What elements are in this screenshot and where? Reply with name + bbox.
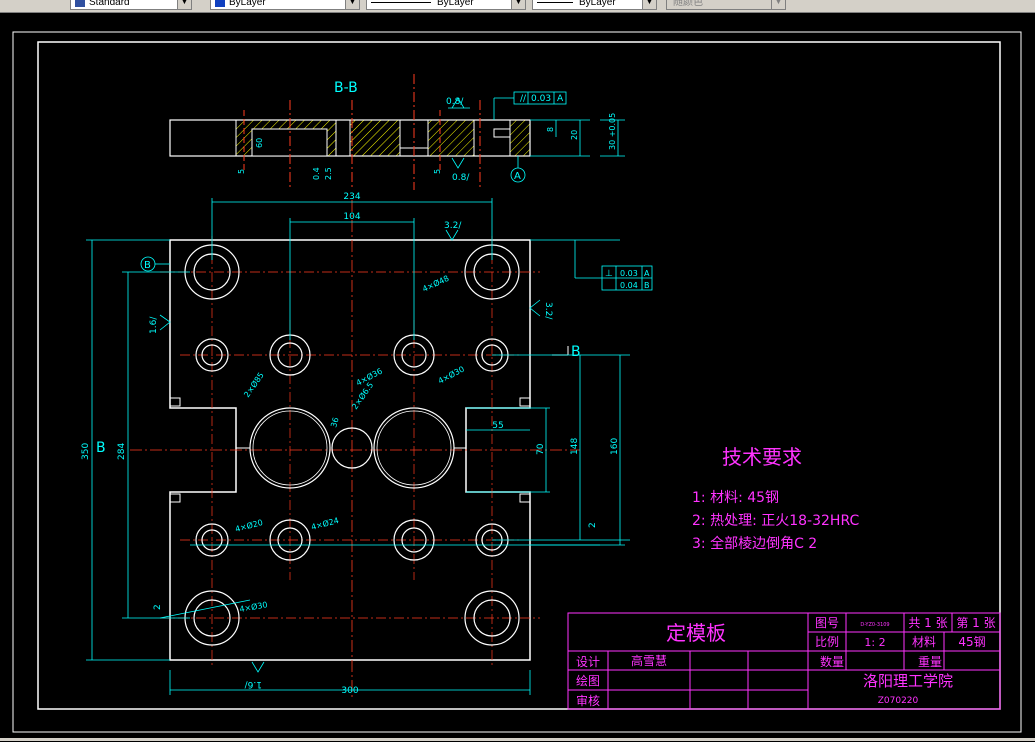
plot-style-select[interactable]: 随颜色 ▼ [666,0,786,10]
callout-2x85: 2×Ø85 [241,370,265,399]
datum-b-label: B [144,260,151,271]
datum-a-label: A [514,171,521,182]
perp-tolerance-1: 0.03 [620,269,638,278]
section-mark-right: B [571,344,581,360]
chevron-down-icon[interactable]: ▼ [345,0,359,9]
linetype-value: ByLayer [437,0,474,8]
roughness-top-label: 0.8/ [446,97,464,107]
text-style-icon [75,0,85,7]
callout-4x20: 4×Ø20 [234,517,264,534]
roughness-16-bottom: 1.6/ [244,679,262,689]
chevron-down-icon[interactable]: ▼ [177,0,191,9]
roughness-32-top: 3.2/ [444,221,462,231]
check-label: 审核 [576,693,600,708]
layer-value: ByLayer [229,0,266,8]
perp-datum-1: A [644,269,650,278]
material-value: 45钢 [958,635,985,649]
roughness-16-left: 1.6/ [149,316,159,334]
dim-104: 104 [343,212,360,222]
dim-36: 36 [329,416,340,428]
dim-2-5: 2.5 [324,167,333,180]
dim-300: 300 [341,686,358,696]
parallel-symbol: // [520,94,527,104]
dim-284: 284 [117,443,127,460]
chevron-down-icon[interactable]: ▼ [642,0,656,9]
text-style-value: Standard [89,0,130,8]
dim-20: 20 [570,130,579,140]
section-mark-left: B [96,440,106,456]
dim-2b: 2 [153,604,163,610]
drawing-no: D-YZ0-3109 [860,622,889,628]
section-dimensions [448,91,625,183]
requirement-item-2: 2: 热处理: 正火18-32HRC [692,513,859,529]
dim-8: 8 [546,127,555,132]
dim-160: 160 [610,438,620,455]
drawing-canvas[interactable]: B-B // 0.03 A A 0.8/ 0.8/ 20 8 30 +0.05 … [0,13,1035,738]
dim-55: 55 [492,421,503,431]
chevron-down-icon[interactable]: ▼ [771,0,785,9]
total-sheets: 共 1 张 [908,616,947,630]
dim-30: 30 +0.05 [608,113,617,150]
roughness-bottom-label: 0.8/ [452,173,470,183]
callout-4x30-top: 4×Ø30 [436,364,466,386]
perp-tolerance-2: 0.04 [620,281,638,290]
scale-label: 比例 [815,635,839,649]
dim-0-4: 0.4 [312,167,321,180]
dim-60: 60 [255,138,264,148]
requirement-item-1: 1: 材料: 45钢 [692,490,779,506]
callout-4x48: 4×Ø48 [421,273,451,294]
cad-drawing: B-B // 0.03 A A 0.8/ 0.8/ 20 8 30 +0.05 … [12,31,1022,733]
dim-5a: 5 [237,169,246,174]
plot-style-value: 随颜色 [673,0,703,8]
sheet-no: 第 1 张 [956,616,995,630]
layer-select[interactable]: ByLayer ▼ [210,0,360,10]
part-name: 定模板 [666,621,726,645]
qty-label: 数量 [820,654,844,669]
plan-view [130,200,580,700]
lineweight-value: ByLayer [579,0,616,8]
chevron-down-icon[interactable]: ▼ [511,0,525,9]
material-label: 材料 [912,635,936,649]
callout-4x24: 4×Ø24 [310,515,340,532]
perp-datum-2: B [644,281,650,290]
lineweight-preview [537,2,573,3]
plan-dimensions [86,198,653,695]
lineweight-select[interactable]: ByLayer ▼ [532,0,657,10]
weight-label: 重量 [918,655,942,669]
linetype-preview [371,2,431,3]
linetype-select[interactable]: ByLayer ▼ [366,0,526,10]
class-code: Z070220 [878,696,919,706]
requirement-item-3: 3: 全部棱边倒角C 2 [692,535,817,552]
scale-value: 1: 2 [864,636,885,649]
parallel-tolerance-value: 0.03 [531,94,551,104]
perp-symbol-1: ⊥ [605,269,613,279]
dim-5b: 5 [433,169,442,174]
design-label: 设计 [576,655,600,669]
parallel-datum: A [557,94,564,104]
requirements-title: 技术要求 [722,445,802,469]
dim-70: 70 [536,443,546,455]
dim-148: 148 [570,438,580,455]
dim-234: 234 [343,192,360,202]
draw-label: 绘图 [576,673,600,688]
school-name: 洛阳理工学院 [863,672,953,690]
drawing-no-label: 图号 [815,616,839,630]
dim-350: 350 [81,443,91,460]
roughness-32-right: 3.2/ [543,302,553,320]
text-style-select[interactable]: Standard ▼ [70,0,192,10]
layer-color-icon [215,0,225,7]
section-label: B-B [334,80,358,96]
designer-name: 高雪慧 [631,653,667,668]
properties-toolbar: Standard ▼ ByLayer ▼ ByLayer ▼ ByLayer ▼… [0,0,1035,13]
dim-2a: 2 [588,522,598,528]
